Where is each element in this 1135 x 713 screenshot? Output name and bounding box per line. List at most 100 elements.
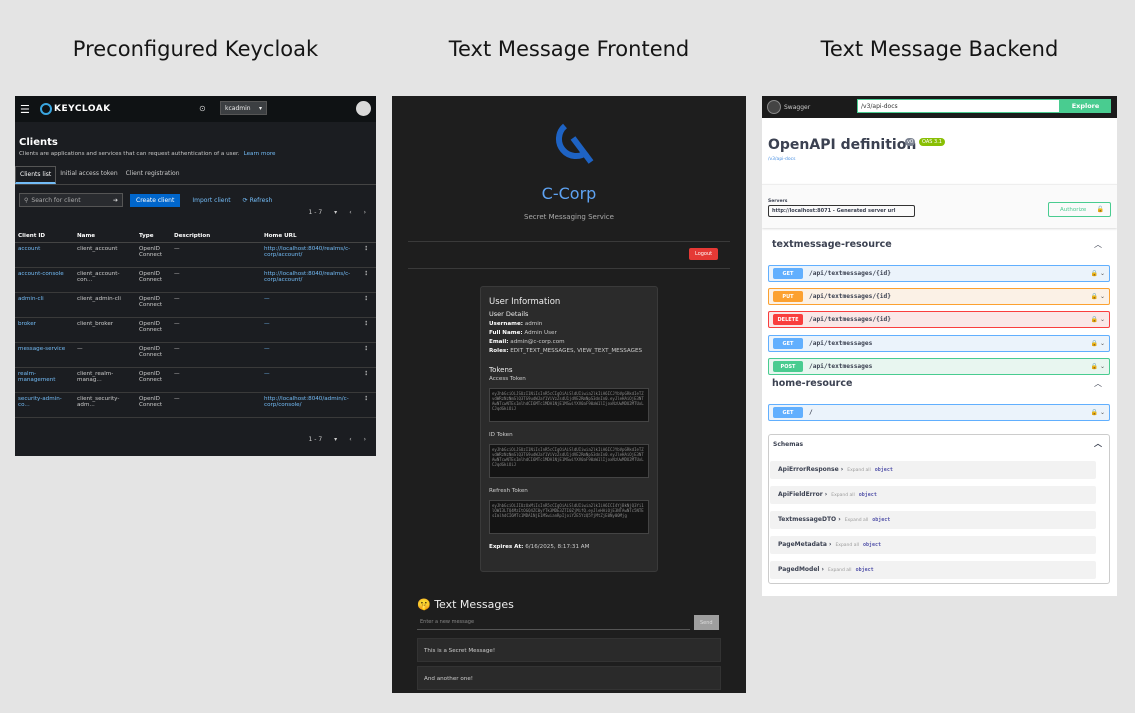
client-id-link[interactable]: account <box>15 242 74 268</box>
message-item: This is a Secret Message! <box>417 638 721 662</box>
client-id-link[interactable]: admin-cli <box>15 292 74 318</box>
kebab-menu-icon[interactable]: ⋮ <box>356 392 376 418</box>
col-description[interactable]: Description <box>171 230 261 243</box>
pager-range: 1 - 7 <box>308 436 323 443</box>
arrow-right-icon[interactable]: ➔ <box>113 197 118 204</box>
home-url-link: — <box>261 367 356 393</box>
home-url-link[interactable]: http://localhost:8040/admin/c-corp/conso… <box>261 392 356 418</box>
schemas-header[interactable]: Schemas ︿ <box>769 435 1109 454</box>
search-input[interactable]: ⚲ Search for client ➔ <box>19 193 123 207</box>
expand-all-link[interactable]: Expand all <box>831 493 855 498</box>
schema-model[interactable]: ApiErrorResponse › Expand all object <box>770 461 1096 479</box>
tab-initial-access-token[interactable]: Initial access token <box>56 166 121 184</box>
chevron-up-icon[interactable]: ︿ <box>1094 378 1102 389</box>
next-page-icon[interactable]: › <box>364 436 366 443</box>
user-info-card: User Information User Details Username: … <box>480 286 658 572</box>
authorize-button[interactable]: Authorize 🔓 <box>1048 202 1111 217</box>
refresh-button[interactable]: ⟳ Refresh <box>243 197 273 204</box>
pagination-top[interactable]: 1 - 7 ▾ ‹ › <box>309 209 366 216</box>
authorize-label: Authorize <box>1060 207 1087 213</box>
schema-model[interactable]: ApiFieldError › Expand all object <box>770 486 1096 504</box>
logout-button[interactable]: Logout <box>689 248 719 260</box>
expand-all-link[interactable]: Expand all <box>847 468 871 473</box>
operation-path: /api/textmessages <box>809 363 873 370</box>
client-id-link[interactable]: broker <box>15 317 74 343</box>
kebab-menu-icon[interactable]: ⋮ <box>356 242 376 268</box>
fullname-value: Admin User <box>524 330 557 336</box>
lock-icon[interactable]: 🔒 ⌄ <box>1091 409 1105 416</box>
col-client-id[interactable]: Client ID <box>15 230 74 243</box>
chevron-down-icon: ▾ <box>334 436 338 443</box>
username-row: Username: admin <box>489 321 649 327</box>
lock-icon[interactable]: 🔒 ⌄ <box>1091 316 1105 323</box>
chevron-up-icon[interactable]: ︿ <box>1094 438 1102 449</box>
lock-icon[interactable]: 🔒 ⌄ <box>1091 270 1105 277</box>
col-type[interactable]: Type <box>136 230 171 243</box>
kebab-menu-icon[interactable]: ⋮ <box>356 292 376 318</box>
kebab-menu-icon[interactable]: ⋮ <box>356 342 376 368</box>
client-id-link[interactable]: message-service <box>15 342 74 368</box>
expand-all-link[interactable]: Expand all <box>828 568 852 573</box>
table-row: realm-management client_realm-manag... Ope… <box>15 367 376 393</box>
refresh-token-textarea[interactable]: eyJhbGciOiJIUzUxMiIsInR5cCIgOiAiSldUIiwi… <box>489 500 649 534</box>
lock-icon[interactable]: 🔒 ⌄ <box>1091 293 1105 300</box>
home-url-link[interactable]: http://localhost:8040/realms/c-corp/acco… <box>261 242 356 268</box>
create-client-button[interactable]: Create client <box>130 193 181 207</box>
schema-type: object <box>855 567 874 573</box>
send-button[interactable]: Send <box>694 615 719 630</box>
learn-more-link[interactable]: Learn more <box>244 151 276 157</box>
help-icon[interactable]: ⊙ <box>199 104 206 113</box>
explore-button[interactable]: Explore <box>1060 99 1111 113</box>
schema-model[interactable]: TextmessageDTO › Expand all object <box>770 511 1096 529</box>
operation-get[interactable]: GET/api/textmessages/{id} 🔒 ⌄ <box>768 265 1110 282</box>
prev-page-icon[interactable]: ‹ <box>349 436 351 443</box>
chevron-up-icon[interactable]: ︿ <box>1094 239 1102 250</box>
message-input[interactable]: Enter a new message <box>417 615 690 630</box>
menu-icon[interactable]: ☰ <box>20 103 34 116</box>
api-docs-link[interactable]: /v3/api-docs <box>768 157 795 162</box>
lock-icon[interactable]: 🔒 ⌄ <box>1091 363 1105 370</box>
kebab-menu-icon[interactable]: ⋮ <box>356 317 376 343</box>
col-home-url[interactable]: Home URL <box>261 230 356 243</box>
schema-model[interactable]: PageMetadata › Expand all object <box>770 536 1096 554</box>
client-id-link[interactable]: account-console <box>15 267 74 293</box>
import-client-button[interactable]: Import client <box>192 197 230 204</box>
client-name: — <box>74 342 136 368</box>
next-page-icon[interactable]: › <box>364 209 366 216</box>
server-select[interactable]: http://localhost:8071 - Generated server… <box>768 205 915 217</box>
table-row: account-console client_account-con... Open… <box>15 267 376 293</box>
section-home-resource[interactable]: home-resource <box>772 378 852 389</box>
keycloak-logo[interactable]: KEYCLOAK <box>40 103 111 115</box>
kebab-menu-icon[interactable]: ⋮ <box>356 367 376 393</box>
operation-get[interactable]: GET / 🔒 ⌄ <box>768 404 1110 421</box>
expand-all-link[interactable]: Expand all <box>835 543 859 548</box>
client-type: OpenID Connect <box>136 292 171 318</box>
section-textmessage-resource[interactable]: textmessage-resource <box>772 239 892 250</box>
table-row: message-service — OpenID Connect — — ⋮ <box>15 342 376 368</box>
tab-client-registration[interactable]: Client registration <box>122 166 184 184</box>
client-id-link[interactable]: security-admin-co... <box>15 392 74 418</box>
client-id-link[interactable]: realm-management <box>15 367 74 393</box>
home-url-link[interactable]: http://localhost:8040/realms/c-corp/acco… <box>261 267 356 293</box>
pagination-bottom[interactable]: 1 - 7 ▾ ‹ › <box>309 436 366 443</box>
kebab-menu-icon[interactable]: ⋮ <box>356 267 376 293</box>
col-name[interactable]: Name <box>74 230 136 243</box>
avatar[interactable] <box>356 101 371 116</box>
schema-model[interactable]: PagedModel › Expand all object <box>770 561 1096 579</box>
tab-clients-list[interactable]: Clients list <box>15 166 57 184</box>
access-token-textarea[interactable]: eyJhbGciOiJSUzI1NiIsInR5cCIgOiAiSldUIiwi… <box>489 388 649 422</box>
roles-label: Roles: <box>489 348 509 354</box>
fullname-row: Full Name: Admin User <box>489 330 649 336</box>
lock-icon[interactable]: 🔒 ⌄ <box>1091 340 1105 347</box>
prev-page-icon[interactable]: ‹ <box>349 209 351 216</box>
id-token-textarea[interactable]: eyJhbGciOiJSUzI1NiIsInR5cCIgOiAiSldUIiwi… <box>489 444 649 478</box>
expand-all-link[interactable]: Expand all <box>845 518 869 523</box>
realm-selector[interactable]: kcadmin ▾ <box>220 101 267 115</box>
c-corp-logo-icon <box>556 123 594 164</box>
operation-post[interactable]: POST/api/textmessages 🔒 ⌄ <box>768 358 1110 375</box>
operation-delete[interactable]: DELETE/api/textmessages/{id} 🔒 ⌄ <box>768 311 1110 328</box>
operation-put[interactable]: PUT/api/textmessages/{id} 🔒 ⌄ <box>768 288 1110 305</box>
operation-get[interactable]: GET/api/textmessages 🔒 ⌄ <box>768 335 1110 352</box>
api-url-input[interactable]: /v3/api-docs <box>857 99 1060 113</box>
email-value: admin@c-corp.com <box>510 339 565 345</box>
